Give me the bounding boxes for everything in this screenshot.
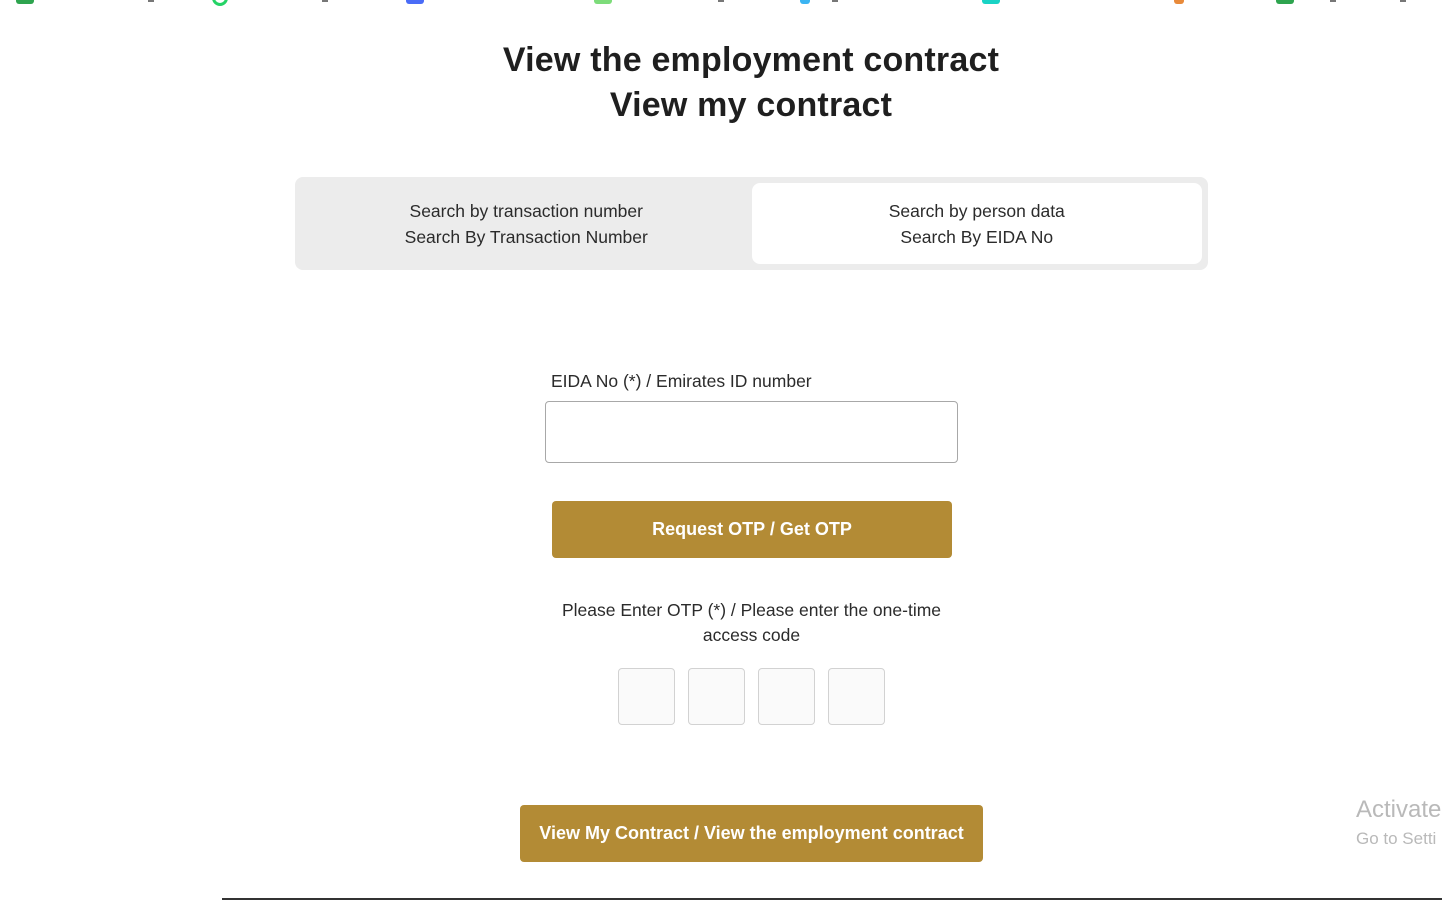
bookmark-favicon-icon[interactable]	[1276, 0, 1294, 4]
bookmark-label-fragment	[322, 0, 328, 2]
windows-activation-watermark: Activate Go to Setti	[1356, 795, 1441, 853]
page-title-line-1: View the employment contract	[502, 41, 1000, 79]
bookmark-label-fragment	[1330, 0, 1336, 2]
bookmark-favicon-icon[interactable]	[16, 0, 34, 4]
bookmark-favicon-icon[interactable]	[982, 0, 1000, 4]
bookmark-favicon-icon[interactable]	[1174, 0, 1184, 4]
search-mode-tabs: Search by transaction number Search By T…	[295, 177, 1208, 270]
bookmark-label-fragment	[148, 0, 154, 2]
tab-label-line-1: Search by transaction number	[409, 200, 643, 221]
tab-label-line-2: Search By EIDA No	[900, 226, 1054, 247]
watermark-line-2: Go to Setti	[1356, 829, 1437, 848]
otp-digit-4-input[interactable]	[828, 668, 885, 725]
bookmarks-bar	[0, 0, 1442, 6]
tab-label-line-2: Search By Transaction Number	[404, 226, 648, 247]
watermark-line-1: Activate	[1356, 796, 1442, 823]
otp-digit-2-input[interactable]	[688, 668, 745, 725]
tab-search-by-transaction-number[interactable]: Search by transaction number Search By T…	[301, 183, 752, 264]
page-title-line-2: View my contract	[609, 86, 893, 124]
tab-label-line-1: Search by person data	[888, 200, 1065, 221]
eida-search-form: EIDA No (*) / Emirates ID number Request…	[0, 0, 1442, 900]
page-title: View the employment contract View my con…	[0, 38, 1442, 128]
bookmark-favicon-icon[interactable]	[800, 0, 810, 4]
otp-field-label: Please Enter OTP (*) / Please enter the …	[561, 600, 942, 645]
otp-digit-3-input[interactable]	[758, 668, 815, 725]
bookmark-favicon-icon[interactable]	[406, 0, 424, 4]
bookmark-favicon-icon[interactable]	[594, 0, 612, 4]
request-otp-button[interactable]: Request OTP / Get OTP	[552, 501, 952, 558]
whatsapp-icon[interactable]	[212, 0, 228, 6]
bookmark-label-fragment	[1400, 0, 1406, 2]
view-contract-button[interactable]: View My Contract / View the employment c…	[520, 805, 983, 862]
eida-field-label: EIDA No (*) / Emirates ID number	[551, 371, 812, 391]
eida-number-input[interactable]	[545, 401, 958, 463]
bookmark-label-fragment	[832, 0, 838, 2]
otp-digit-1-input[interactable]	[618, 668, 675, 725]
bookmark-label-fragment	[718, 0, 724, 2]
tab-search-by-person-data[interactable]: Search by person data Search By EIDA No	[751, 183, 1202, 264]
